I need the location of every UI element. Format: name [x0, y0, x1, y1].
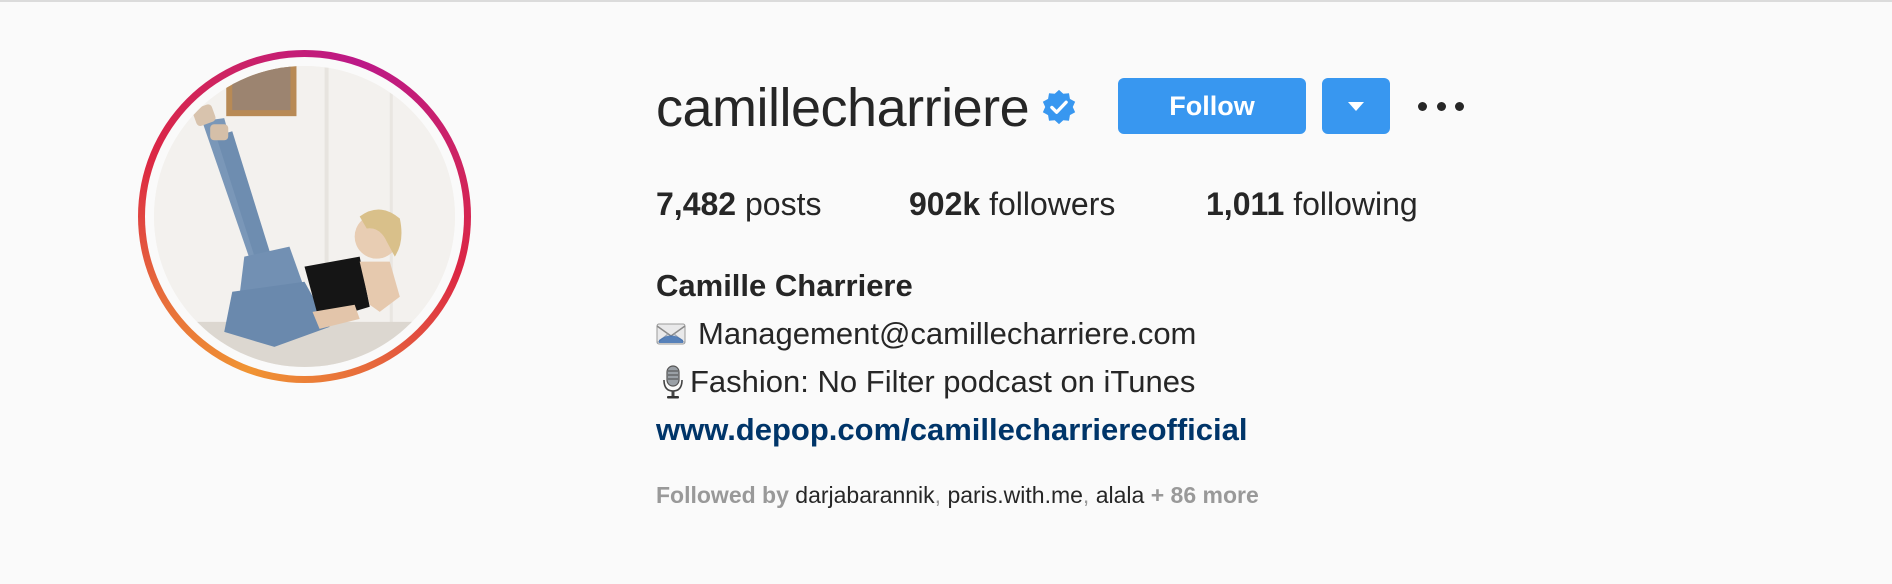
verified-badge-icon	[1042, 89, 1076, 125]
followers-link[interactable]: 902k followers	[909, 184, 1115, 224]
avatar[interactable]	[154, 66, 455, 367]
profile-photo	[154, 66, 455, 367]
posts-count: 7,482 posts	[656, 186, 822, 222]
story-ring[interactable]	[138, 50, 471, 383]
mutual-follower-link[interactable]: darjabarannik	[795, 482, 934, 508]
suggestions-dropdown-button[interactable]	[1322, 78, 1390, 134]
followed-by: Followed by darjabarannik, paris.with.me…	[656, 482, 1259, 508]
full-name: Camille Charriere	[656, 268, 913, 303]
username: camillecharriere	[656, 78, 1030, 138]
bio-email-line: Management@camillecharriere.com	[656, 314, 1196, 354]
microphone-icon	[663, 365, 683, 399]
top-divider	[0, 0, 1892, 4]
mutual-follower-link[interactable]: paris.with.me	[947, 482, 1082, 508]
website-link[interactable]: www.depop.com/camillecharriereofficial	[656, 410, 1247, 450]
mutual-follower-link[interactable]: alala	[1096, 482, 1145, 508]
more-horizontal-icon	[1418, 101, 1427, 111]
bio-email: Management@camillecharriere.com	[698, 316, 1197, 351]
more-options-button[interactable]	[1416, 88, 1466, 124]
bio-podcast: Fashion: No Filter podcast on iTunes	[690, 364, 1196, 399]
follow-button[interactable]: Follow	[1118, 78, 1306, 134]
followed-by-more-link[interactable]: + 86 more	[1151, 482, 1259, 508]
following-link[interactable]: 1,011 following	[1206, 184, 1418, 224]
envelope-icon	[656, 323, 686, 345]
bio-podcast-line: Fashion: No Filter podcast on iTunes	[656, 362, 1195, 402]
chevron-down-icon	[1348, 101, 1364, 111]
